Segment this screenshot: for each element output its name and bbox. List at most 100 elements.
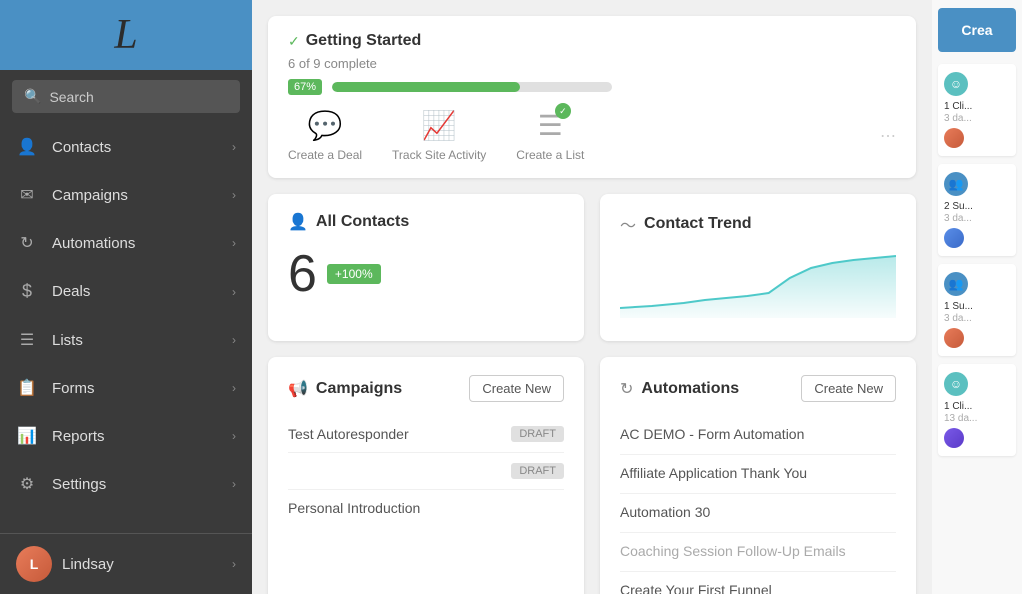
- automations-chevron: ›: [232, 236, 236, 250]
- campaign-draft-badge-2: DRAFT: [511, 463, 564, 479]
- campaigns-chevron: ›: [232, 188, 236, 202]
- automations-section: ↻ Automations Create New AC DEMO - Form …: [600, 357, 916, 594]
- deals-chevron: ›: [232, 285, 236, 299]
- getting-started-title: Getting Started: [306, 32, 422, 50]
- create-deal-icon: 💬: [308, 109, 343, 142]
- sidebar-logo: L: [0, 0, 252, 70]
- campaigns-label: Campaigns: [52, 187, 128, 204]
- sidebar-item-deals[interactable]: $ Deals ›: [0, 267, 252, 316]
- contacts-label: Contacts: [52, 139, 111, 156]
- contacts-icon: 👤: [16, 137, 38, 157]
- sidebar-item-reports[interactable]: 📊 Reports ›: [0, 412, 252, 460]
- activity-title-1: 1 Cli...: [944, 100, 1010, 113]
- create-top-button[interactable]: Crea: [938, 8, 1016, 52]
- automation-name-4: Coaching Session Follow-Up Emails: [620, 543, 846, 559]
- lists-label: Lists: [52, 332, 83, 349]
- activity-time-1: 3 da...: [944, 113, 1010, 124]
- search-icon: 🔍: [24, 88, 41, 105]
- track-site-icon: 📈: [422, 109, 457, 142]
- automations-icon: ↻: [16, 233, 38, 253]
- automations-section-title: Automations: [641, 380, 739, 398]
- campaigns-section: 📢 Campaigns Create New Test Autoresponde…: [268, 357, 584, 594]
- settings-label: Settings: [52, 476, 106, 493]
- all-contacts-title: All Contacts: [316, 213, 409, 231]
- contact-trend-title: Contact Trend: [644, 215, 752, 233]
- forms-label: Forms: [52, 380, 95, 397]
- campaigns-icon: ✉: [16, 185, 38, 205]
- user-chevron: ›: [232, 557, 236, 571]
- contacts-chevron: ›: [232, 140, 236, 154]
- reports-chevron: ›: [232, 429, 236, 443]
- gs-item-create-list[interactable]: ☰ ✓ Create a List: [516, 109, 584, 162]
- cards-row-sections: 📢 Campaigns Create New Test Autoresponde…: [268, 357, 916, 594]
- sidebar-item-automations[interactable]: ↻ Automations ›: [0, 219, 252, 267]
- campaign-name-3: Personal Introduction: [288, 500, 420, 516]
- create-deal-label: Create a Deal: [288, 148, 362, 162]
- track-site-label: Track Site Activity: [392, 148, 486, 162]
- sidebar-item-forms[interactable]: 📋 Forms ›: [0, 364, 252, 412]
- automations-create-new-button[interactable]: Create New: [801, 375, 896, 402]
- activity-item-3[interactable]: 👥 1 Su... 3 da...: [938, 264, 1016, 356]
- getting-started-subtitle: 6 of 9 complete: [288, 56, 896, 71]
- logo-text: L: [114, 11, 137, 59]
- campaign-name-1: Test Autoresponder: [288, 426, 409, 442]
- list-badge: ✓: [555, 103, 571, 119]
- activity-time-4: 13 da...: [944, 413, 1010, 424]
- search-input[interactable]: Search: [49, 89, 93, 105]
- campaign-item-1: Test Autoresponder DRAFT: [288, 416, 564, 453]
- lists-chevron: ›: [232, 333, 236, 347]
- activity-title-3: 1 Su...: [944, 300, 1010, 313]
- activity-title-2: 2 Su...: [944, 200, 1010, 213]
- sidebar-item-campaigns[interactable]: ✉ Campaigns ›: [0, 171, 252, 219]
- search-box[interactable]: 🔍 Search: [12, 80, 240, 113]
- activity-icon-1: ☺: [944, 72, 968, 96]
- campaign-item-3: Personal Introduction: [288, 490, 564, 526]
- activity-item-2[interactable]: 👥 2 Su... 3 da...: [938, 164, 1016, 256]
- progress-bar-fill: [332, 82, 520, 92]
- activity-item-1[interactable]: ☺ 1 Cli... 3 da...: [938, 64, 1016, 156]
- gs-more-icon[interactable]: ⋯: [880, 126, 896, 146]
- activity-icon-2: 👥: [944, 172, 968, 196]
- campaign-item-2: DRAFT: [288, 453, 564, 490]
- contact-trend-card: 〜 Contact Trend: [600, 194, 916, 341]
- contacts-number: 6: [288, 244, 317, 304]
- automation-item-3: Automation 30: [620, 494, 896, 533]
- activity-title-4: 1 Cli...: [944, 400, 1010, 413]
- sidebar: L 🔍 Search 👤 Contacts › ✉ Campaigns › ↻ …: [0, 0, 252, 594]
- trend-icon: 〜: [620, 212, 636, 236]
- deals-icon: $: [16, 281, 38, 302]
- automation-name-2: Affiliate Application Thank You: [620, 465, 807, 481]
- activity-avatar-4: [944, 428, 964, 448]
- gs-item-track-site[interactable]: 📈 Track Site Activity: [392, 109, 486, 162]
- activity-item-4[interactable]: ☺ 1 Cli... 13 da...: [938, 364, 1016, 456]
- cards-row-contacts: 👤 All Contacts 6 +100% 〜 Contact Trend: [268, 194, 916, 341]
- automation-name-1: AC DEMO - Form Automation: [620, 426, 804, 442]
- create-button-label: Crea: [961, 22, 992, 38]
- sidebar-item-settings[interactable]: ⚙ Settings ›: [0, 460, 252, 508]
- reports-icon: 📊: [16, 426, 38, 446]
- sidebar-footer[interactable]: L Lindsay ›: [0, 533, 252, 594]
- sidebar-item-lists[interactable]: ☰ Lists ›: [0, 316, 252, 364]
- activity-time-3: 3 da...: [944, 313, 1010, 324]
- sidebar-search: 🔍 Search: [0, 70, 252, 123]
- activity-avatar-1: [944, 128, 964, 148]
- automation-item-1: AC DEMO - Form Automation: [620, 416, 896, 455]
- automation-name-5: Create Your First Funnel: [620, 582, 772, 594]
- getting-started-items: 💬 Create a Deal 📈 Track Site Activity ☰ …: [288, 109, 896, 162]
- activity-icon-4: ☺: [944, 372, 968, 396]
- right-panel: Crea ☺ 1 Cli... 3 da... 👥 2 Su... 3 da..…: [932, 0, 1022, 594]
- lists-icon: ☰: [16, 330, 38, 350]
- campaigns-section-title: Campaigns: [316, 380, 402, 398]
- campaigns-create-new-button[interactable]: Create New: [469, 375, 564, 402]
- forms-chevron: ›: [232, 381, 236, 395]
- activity-time-2: 3 da...: [944, 213, 1010, 224]
- campaigns-section-icon: 📢: [288, 379, 308, 399]
- activity-avatar-2: [944, 228, 964, 248]
- progress-bar-bg: [332, 82, 612, 92]
- automation-item-2: Affiliate Application Thank You: [620, 455, 896, 494]
- create-list-label: Create a List: [516, 148, 584, 162]
- user-name: Lindsay: [62, 556, 114, 573]
- all-contacts-card: 👤 All Contacts 6 +100%: [268, 194, 584, 341]
- gs-item-create-deal[interactable]: 💬 Create a Deal: [288, 109, 362, 162]
- sidebar-item-contacts[interactable]: 👤 Contacts ›: [0, 123, 252, 171]
